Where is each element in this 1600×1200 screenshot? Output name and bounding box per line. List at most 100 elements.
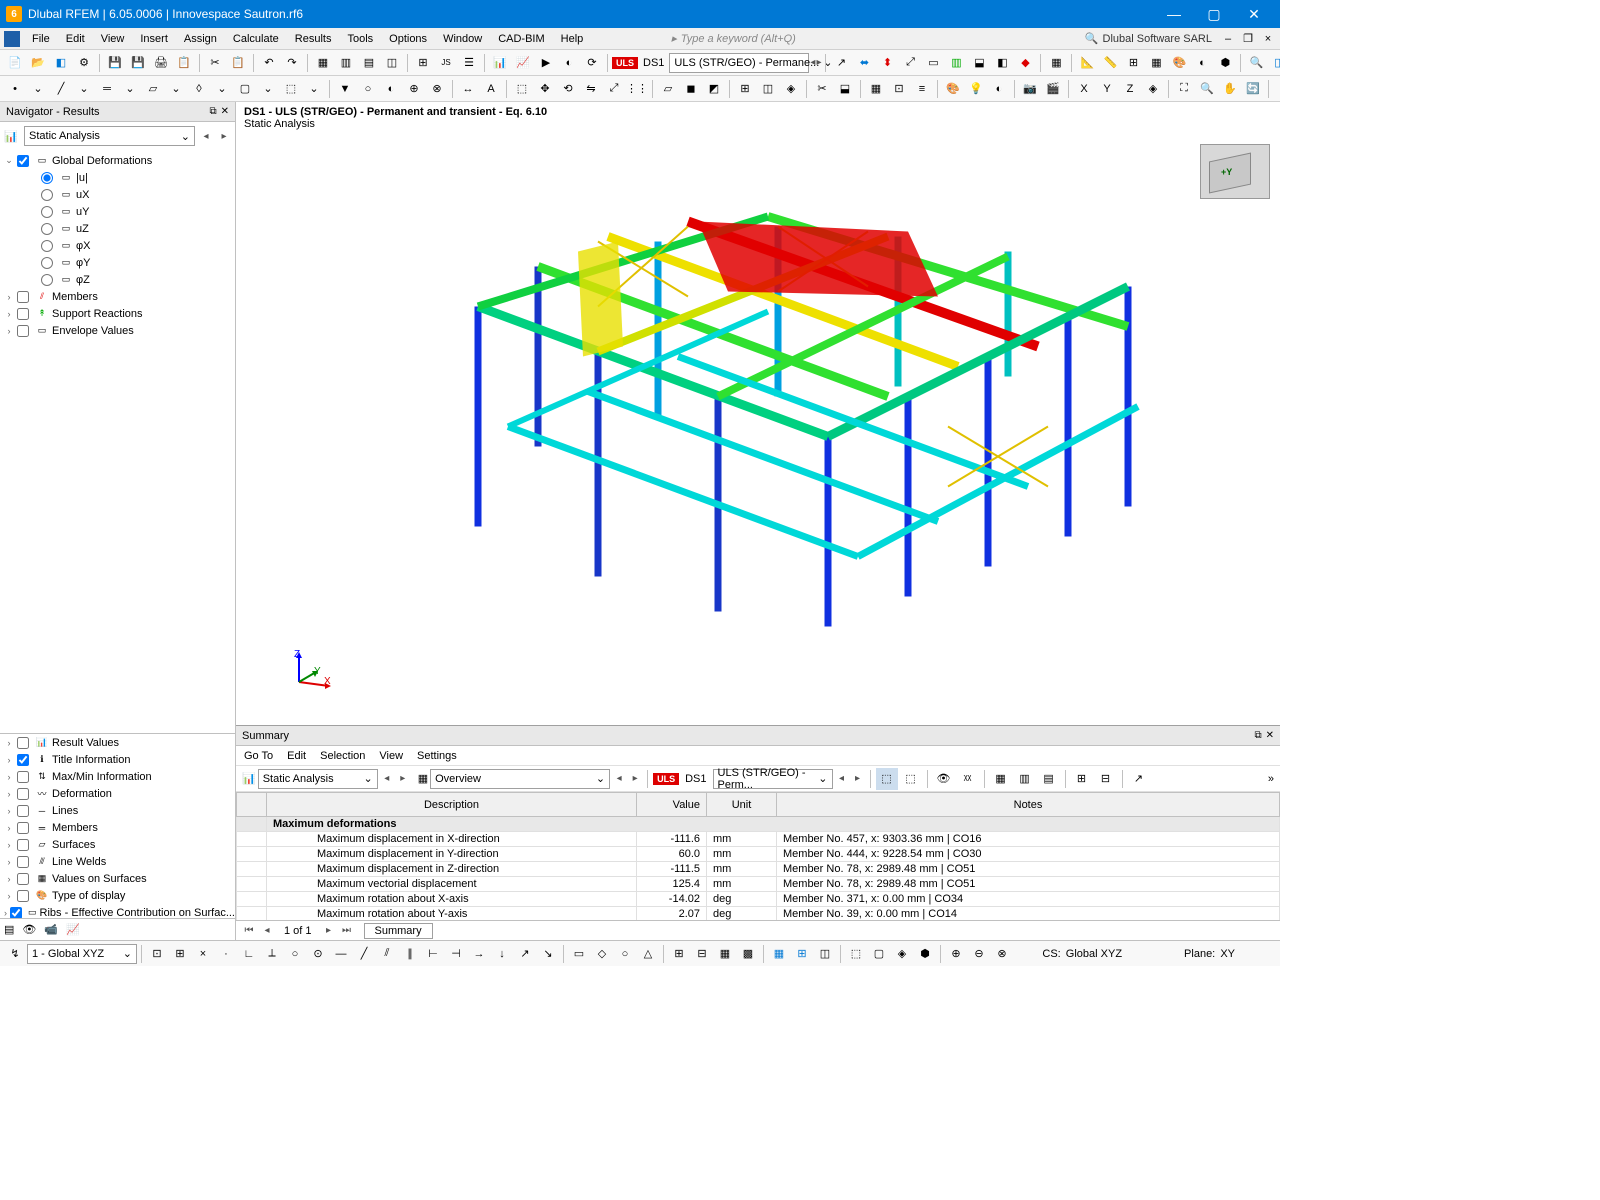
sum-view[interactable]: View (379, 750, 403, 762)
view3-icon[interactable]: ▤ (358, 52, 380, 74)
tool-i-icon[interactable]: ◆ (1014, 52, 1036, 74)
sum-combo3[interactable]: ULS (STR/GEO) - Perm...⌄ (713, 769, 833, 789)
snap-icon[interactable]: ⊡ (888, 78, 910, 100)
sum-more-icon[interactable]: » (1268, 773, 1274, 785)
sum-tool3-icon[interactable]: 👁 (933, 768, 955, 790)
tool-b-icon[interactable]: ⬌ (853, 52, 875, 74)
disp-title-information[interactable]: ›ℹTitle Information (0, 751, 235, 768)
anim-icon[interactable]: ⟳ (581, 52, 603, 74)
member-icon[interactable]: ═ (96, 78, 118, 100)
cube1-icon[interactable]: ◫ (1268, 52, 1280, 74)
video-icon[interactable]: 🎬 (1042, 78, 1064, 100)
sum-tool6-icon[interactable]: ▥ (1014, 768, 1036, 790)
tool-m-icon[interactable]: ⊞ (1122, 52, 1144, 74)
trans-icon[interactable]: ◩ (703, 78, 725, 100)
ortho-icon[interactable]: ⊞ (734, 78, 756, 100)
nav-next[interactable]: ▸ (217, 131, 231, 142)
tool-n-icon[interactable]: ▦ (1145, 52, 1167, 74)
panel-pin-icon[interactable]: ⧉ (209, 106, 216, 117)
grid-icon[interactable]: ▦ (865, 78, 887, 100)
tool-c-icon[interactable]: ⬍ (876, 52, 898, 74)
sum-tool2-icon[interactable]: ⬚ (900, 768, 922, 790)
move-icon[interactable]: ✥ (534, 78, 556, 100)
ecc-icon[interactable]: ⊕ (403, 78, 425, 100)
tool-k-icon[interactable]: 📐 (1076, 52, 1098, 74)
light-icon[interactable]: 💡 (965, 78, 987, 100)
combo-next[interactable]: ▸ (816, 57, 821, 68)
table-row[interactable]: Maximum vectorial displacement125.4mmMem… (237, 877, 1280, 892)
tree-phiy[interactable]: ▭φY (0, 254, 235, 271)
sum-settings[interactable]: Settings (417, 750, 457, 762)
summary-close-icon[interactable]: ✕ (1266, 730, 1274, 741)
page-first[interactable]: ⏮ (242, 925, 256, 936)
tab-cam-icon[interactable]: 📹 (44, 923, 58, 936)
tool-g-icon[interactable]: ⬓ (968, 52, 990, 74)
search-icon[interactable]: 🔍 (1085, 32, 1099, 45)
sum-tool9-icon[interactable]: ⊟ (1095, 768, 1117, 790)
sum-tool10-icon[interactable]: ↗ (1128, 768, 1150, 790)
menu-cadbim[interactable]: CAD-BIM (490, 31, 552, 47)
sum-selection[interactable]: Selection (320, 750, 365, 762)
sum-tool7-icon[interactable]: ▤ (1038, 768, 1060, 790)
view-y-icon[interactable]: Y (1096, 78, 1118, 100)
menu-tools[interactable]: Tools (339, 31, 381, 47)
disp-members[interactable]: ›═Members (0, 819, 235, 836)
tree-uz[interactable]: ▭uZ (0, 220, 235, 237)
tool-l-icon[interactable]: 📏 (1099, 52, 1121, 74)
table-row[interactable]: Maximum rotation about Y-axis2.07degMemb… (237, 907, 1280, 921)
menu-options[interactable]: Options (381, 31, 435, 47)
minimize-button[interactable]: — (1154, 0, 1194, 28)
line-icon[interactable]: ╱ (50, 78, 72, 100)
sum-goto[interactable]: Go To (244, 750, 273, 762)
menu-view[interactable]: View (93, 31, 133, 47)
nav-prev[interactable]: ◂ (199, 131, 213, 142)
cut-icon[interactable]: ✂ (204, 52, 226, 74)
fit-icon[interactable]: ⛶ (1173, 78, 1195, 100)
tab-results-icon[interactable]: 📈 (66, 923, 80, 936)
menu-edit[interactable]: Edit (58, 31, 93, 47)
layer-icon[interactable]: ≡ (911, 78, 933, 100)
page-last[interactable]: ⏭ (340, 925, 354, 936)
results-icon[interactable]: ◐ (558, 52, 580, 74)
sum-combo1[interactable]: Static Analysis⌄ (258, 769, 378, 789)
maximize-button[interactable]: ▢ (1194, 0, 1234, 28)
disp-values-on-surfaces[interactable]: ›▦Values on Surfaces (0, 870, 235, 887)
disp-lines[interactable]: ›─Lines (0, 802, 235, 819)
cam-icon[interactable]: 📷 (1019, 78, 1041, 100)
zoomwin-icon[interactable]: 🔍 (1196, 78, 1218, 100)
tree-ux[interactable]: ▭uX (0, 186, 235, 203)
doc-restore-button[interactable]: ❐ (1240, 32, 1256, 45)
disp-type-of-display[interactable]: ›🎨Type of display (0, 887, 235, 904)
page-prev[interactable]: ◂ (260, 925, 274, 936)
disp-max-min-information[interactable]: ›⇅Max/Min Information (0, 768, 235, 785)
menu-results[interactable]: Results (287, 31, 340, 47)
scale-icon[interactable]: ⤢ (603, 78, 625, 100)
keyword-search[interactable]: ▸ Type a keyword (Alt+Q) (671, 32, 796, 45)
table-row[interactable]: Maximum displacement in Z-direction-111.… (237, 862, 1280, 877)
block-icon[interactable]: ◧ (50, 52, 72, 74)
view4-icon[interactable]: ◫ (381, 52, 403, 74)
menu-insert[interactable]: Insert (132, 31, 176, 47)
view-iso-icon[interactable]: ◈ (1142, 78, 1164, 100)
view-z-icon[interactable]: Z (1119, 78, 1141, 100)
mirror-icon[interactable]: ⇋ (580, 78, 602, 100)
save-icon[interactable]: 💾 (104, 52, 126, 74)
sum-combo2[interactable]: Overview⌄ (430, 769, 610, 789)
menu-file[interactable]: File (24, 31, 58, 47)
app-menu-icon[interactable] (4, 31, 20, 47)
disp-result-values[interactable]: ›📊Result Values (0, 734, 235, 751)
saveall-icon[interactable]: 💾 (127, 52, 149, 74)
persp-icon[interactable]: ◫ (757, 78, 779, 100)
node-icon[interactable]: • (4, 78, 26, 100)
iso-icon[interactable]: ◈ (780, 78, 802, 100)
tree-support-reactions[interactable]: ›↟Support Reactions (0, 305, 235, 322)
list-icon[interactable]: ☰ (458, 52, 480, 74)
redo-icon[interactable]: ↷ (281, 52, 303, 74)
paste-icon[interactable]: 📋 (227, 52, 249, 74)
view-x-icon[interactable]: X (1073, 78, 1095, 100)
rotate-icon[interactable]: ⟲ (557, 78, 579, 100)
tool-d-icon[interactable]: ⤢ (899, 52, 921, 74)
dim-icon[interactable]: ↔ (457, 78, 479, 100)
table-row[interactable]: Maximum rotation about X-axis-14.02degMe… (237, 892, 1280, 907)
zoom-icon[interactable]: 🔍 (1245, 52, 1267, 74)
